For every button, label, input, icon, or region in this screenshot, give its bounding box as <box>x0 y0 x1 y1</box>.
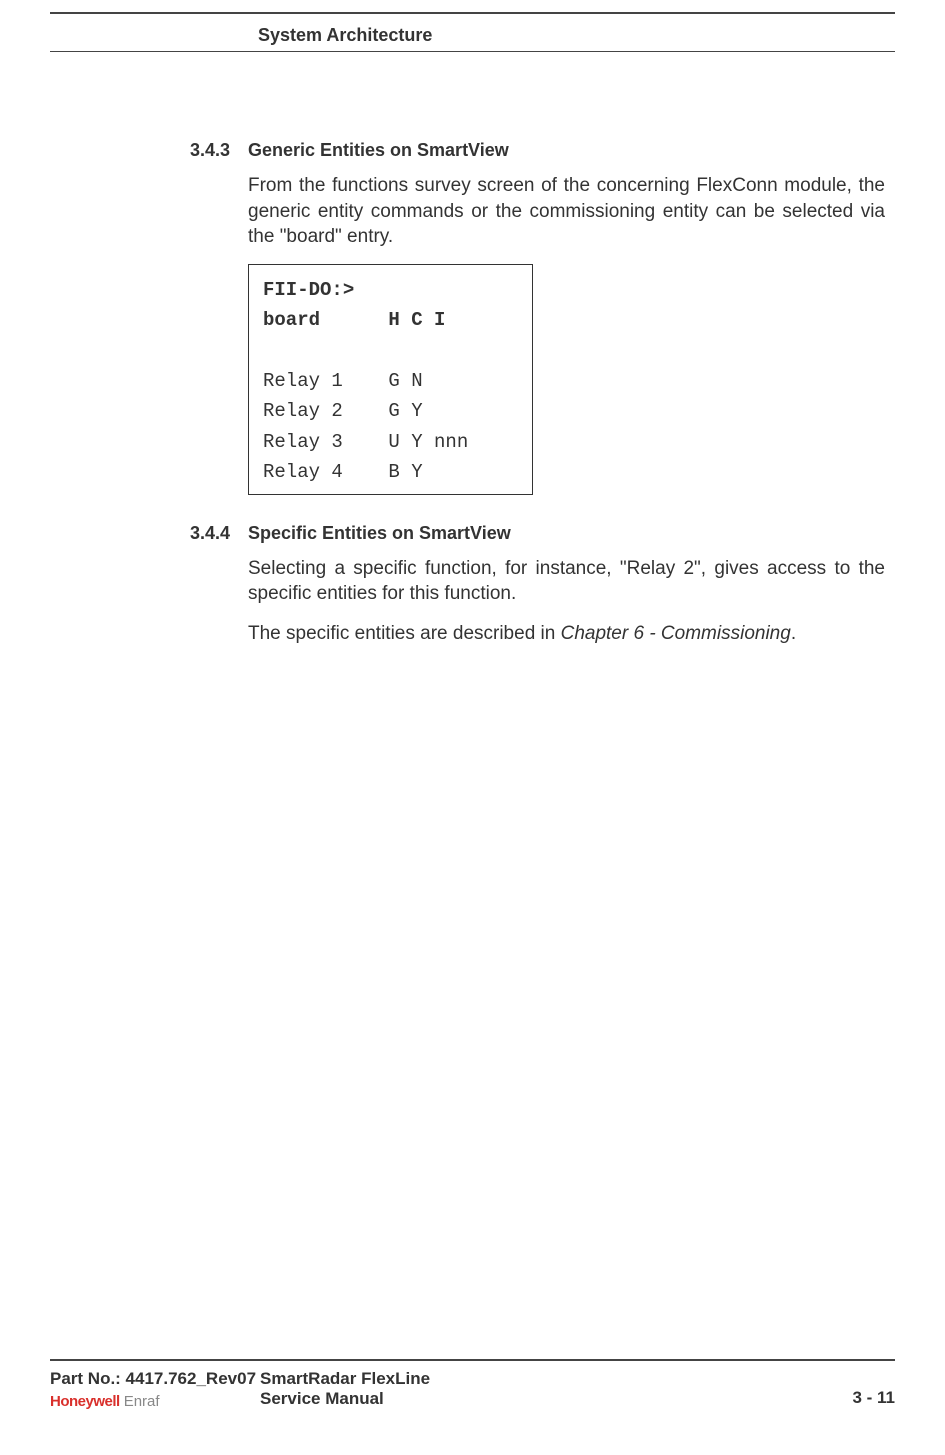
code-line-blank <box>263 336 518 366</box>
code-line: Relay 1 G N <box>263 366 518 396</box>
section-3-4-3-body: From the functions survey screen of the … <box>248 173 885 250</box>
honeywell-logo: Honeywell <box>50 1393 120 1410</box>
footer-row: Part No.: 4417.762_Rev07 Honeywell Enraf… <box>50 1369 895 1410</box>
footer-title-2: Service Manual <box>260 1389 852 1409</box>
code-line: Relay 4 B Y <box>263 457 518 487</box>
section-title: Specific Entities on SmartView <box>248 523 511 544</box>
section-num: 3.4.4 <box>190 523 248 544</box>
footer-logo: Honeywell Enraf <box>50 1393 260 1410</box>
content-area: 3.4.3 Generic Entities on SmartView From… <box>190 140 885 661</box>
section-3-4-4-heading: 3.4.4 Specific Entities on SmartView <box>190 523 885 544</box>
body2-part-c: . <box>791 623 796 644</box>
section-3-4-4-body1: Selecting a specific function, for insta… <box>248 556 885 607</box>
code-box: FII-DO:> board H C I Relay 1 G N Relay 2… <box>248 264 533 495</box>
section-3-4-3-heading: 3.4.3 Generic Entities on SmartView <box>190 140 885 161</box>
footer-part-no: Part No.: 4417.762_Rev07 <box>50 1369 260 1389</box>
section-num: 3.4.3 <box>190 140 248 161</box>
footer-left: Part No.: 4417.762_Rev07 Honeywell Enraf <box>50 1369 260 1410</box>
section-title: Generic Entities on SmartView <box>248 140 509 161</box>
footer-page-num: 3 - 11 <box>852 1388 895 1410</box>
code-line: board H C I <box>263 305 518 335</box>
code-line: Relay 3 U Y nnn <box>263 427 518 457</box>
chapter-ref: Chapter 6 - Commissioning <box>561 623 791 644</box>
page-footer: Part No.: 4417.762_Rev07 Honeywell Enraf… <box>50 1359 895 1410</box>
top-rule-2 <box>50 51 895 52</box>
chapter-header: System Architecture <box>258 25 432 46</box>
footer-mid: SmartRadar FlexLine Service Manual <box>260 1369 852 1409</box>
code-line: Relay 2 G Y <box>263 396 518 426</box>
top-rule-1 <box>50 12 895 14</box>
footer-rule <box>50 1359 895 1361</box>
code-line: FII-DO:> <box>263 275 518 305</box>
body2-part-a: The specific entities are described in <box>248 623 561 644</box>
footer-title-1: SmartRadar FlexLine <box>260 1369 852 1389</box>
enraf-logo: Enraf <box>124 1393 160 1410</box>
section-3-4-4-body2: The specific entities are described in C… <box>248 621 885 647</box>
